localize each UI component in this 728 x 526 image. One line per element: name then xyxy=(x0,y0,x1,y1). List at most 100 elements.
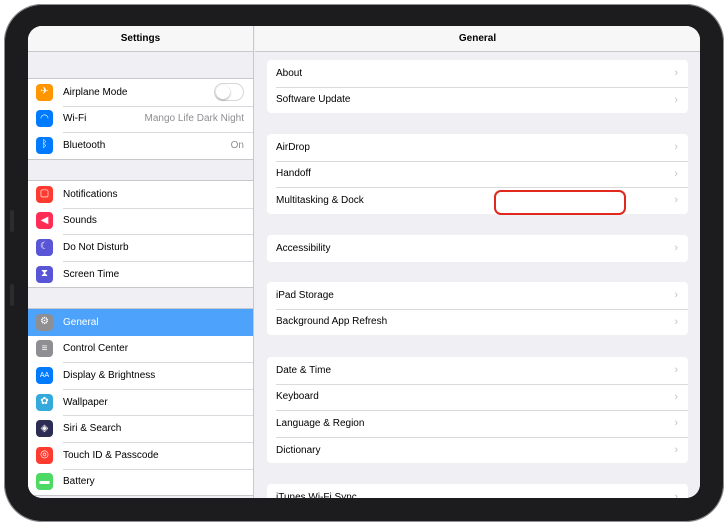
sidebar-item-sounds[interactable]: ◀ Sounds xyxy=(28,207,253,235)
siri-icon: ◈ xyxy=(36,420,53,438)
chevron-right-icon: › xyxy=(674,141,678,154)
chevron-right-icon: › xyxy=(674,417,678,430)
settings-section: Date & Time › Keyboard › Language & Region › D… xyxy=(267,357,688,464)
chevron-right-icon: › xyxy=(674,491,678,498)
detail-title: General xyxy=(255,26,700,52)
sidebar-item-label: Control Center xyxy=(63,343,129,355)
sidebar-item-label: Do Not Disturb xyxy=(63,241,129,253)
general-item-airdrop[interactable]: AirDrop › xyxy=(267,134,688,161)
wifi-icon: ◠ xyxy=(36,110,53,128)
moon-icon: ☾ xyxy=(36,238,53,256)
sidebar-item-touch-id-and-passcode[interactable]: ◎ Touch ID & Passcode xyxy=(28,441,253,469)
switches-icon: ≡ xyxy=(36,340,53,358)
general-item-date-and-time[interactable]: Date & Time › xyxy=(267,357,688,384)
sidebar-item-value: Mango Life Dark Night xyxy=(144,113,245,125)
general-item-keyboard[interactable]: Keyboard › xyxy=(267,383,688,411)
speaker-icon: ◀ xyxy=(36,212,53,230)
sidebar-item-label: Bluetooth xyxy=(63,139,106,151)
settings-section: iPad Storage › Background App Refresh › xyxy=(267,282,688,336)
sidebar-item-label: Notifications xyxy=(63,188,118,200)
sidebar-item-bluetooth[interactable]: ᛒ Bluetooth On xyxy=(28,132,253,159)
general-item-software-update[interactable]: Software Update › xyxy=(267,86,688,114)
general-item-label: Date & Time xyxy=(276,364,332,376)
camera-dot xyxy=(10,210,14,232)
general-item-label: iPad Storage xyxy=(276,289,334,301)
general-item-label: Dictionary xyxy=(276,444,321,456)
general-item-background-app-refresh[interactable]: Background App Refresh › xyxy=(267,308,688,336)
sidebar-item-label: General xyxy=(63,316,99,328)
sidebar-group-connectivity: ✈ Airplane Mode ◠ Wi-Fi Mango Life Dark Nigh… xyxy=(28,78,253,160)
settings-section: About › Software Update › xyxy=(267,60,688,114)
general-detail-pane: General About › Software Update › AirDrop › Ha… xyxy=(255,26,700,498)
general-item-label: Software Update xyxy=(276,94,351,106)
battery-icon: ▬ xyxy=(36,473,53,491)
general-item-label: AirDrop xyxy=(276,141,310,153)
sidebar-item-screen-time[interactable]: ⧗ Screen Time xyxy=(28,260,253,288)
sidebar-item-label: Wallpaper xyxy=(63,396,108,408)
sidebar-item-do-not-disturb[interactable]: ☾ Do Not Disturb xyxy=(28,234,253,261)
fingerprint-icon: ◎ xyxy=(36,446,53,464)
airplane-mode-toggle[interactable] xyxy=(214,83,244,102)
sidebar-group-general: ⚙ General ≡ Control Center AA Display & Brigh… xyxy=(28,308,253,497)
sidebar-item-label: Airplane Mode xyxy=(63,86,128,98)
chevron-right-icon: › xyxy=(674,67,678,80)
ipad-device: Settings ✈ Airplane Mode ◠ Wi-Fi Mango Life … xyxy=(0,0,728,526)
general-item-ipad-storage[interactable]: iPad Storage › xyxy=(267,282,688,309)
general-item-handoff[interactable]: Handoff › xyxy=(267,160,688,188)
sidebar-group-notifications: ▢ Notifications ◀ Sounds ☾ Do Not Disturb ⧗ Scr… xyxy=(28,180,253,289)
sidebar-item-label: Battery xyxy=(63,476,95,488)
chevron-right-icon: › xyxy=(674,444,678,457)
general-item-label: Background App Refresh xyxy=(276,316,388,328)
chevron-right-icon: › xyxy=(674,315,678,328)
sidebar-item-general[interactable]: ⚙ General xyxy=(28,309,253,336)
general-item-dictionary[interactable]: Dictionary › xyxy=(267,436,688,464)
general-item-label: Keyboard xyxy=(276,391,319,403)
sidebar-item-notifications[interactable]: ▢ Notifications xyxy=(28,181,253,208)
text-size-icon: AA xyxy=(36,366,53,384)
sidebar-item-value: On xyxy=(230,139,244,151)
chevron-right-icon: › xyxy=(674,93,678,106)
sidebar-item-control-center[interactable]: ≡ Control Center xyxy=(28,335,253,363)
sidebar-item-display-and-brightness[interactable]: AA Display & Brightness xyxy=(28,362,253,389)
sidebar-item-label: Wi-Fi xyxy=(63,113,87,125)
bluetooth-icon: ᛒ xyxy=(36,136,53,154)
general-item-accessibility[interactable]: Accessibility › xyxy=(267,235,688,262)
sidebar-item-wi-fi[interactable]: ◠ Wi-Fi Mango Life Dark Night xyxy=(28,105,253,133)
sidebar-item-wallpaper[interactable]: ✿ Wallpaper xyxy=(28,388,253,416)
chevron-right-icon: › xyxy=(674,242,678,255)
sidebar-item-siri-and-search[interactable]: ◈ Siri & Search xyxy=(28,415,253,442)
side-sensor xyxy=(10,284,14,306)
highlight-annotation xyxy=(494,190,626,215)
toggle-knob xyxy=(216,85,230,100)
general-item-label: Language & Region xyxy=(276,417,365,429)
sidebar-item-label: Touch ID & Passcode xyxy=(63,449,159,461)
general-item-language-and-region[interactable]: Language & Region › xyxy=(267,410,688,437)
settings-sidebar: Settings ✈ Airplane Mode ◠ Wi-Fi Mango Life … xyxy=(28,26,254,498)
general-item-about[interactable]: About › xyxy=(267,60,688,87)
sidebar-item-airplane-mode[interactable]: ✈ Airplane Mode xyxy=(28,79,253,106)
settings-section: Accessibility › xyxy=(267,235,688,262)
notifications-icon: ▢ xyxy=(36,185,53,203)
airplane-icon: ✈ xyxy=(36,83,53,101)
sidebar-item-label: Screen Time xyxy=(63,268,120,280)
sidebar-title: Settings xyxy=(28,26,253,52)
general-item-label: About xyxy=(276,67,303,79)
general-item-label: iTunes Wi-Fi Sync xyxy=(276,491,357,498)
chevron-right-icon: › xyxy=(674,364,678,377)
chevron-right-icon: › xyxy=(674,194,678,207)
general-item-itunes-wi-fi-sync[interactable]: iTunes Wi-Fi Sync › xyxy=(267,484,688,498)
sidebar-item-label: Sounds xyxy=(63,215,97,227)
sidebar-item-battery[interactable]: ▬ Battery xyxy=(28,468,253,496)
sidebar-item-label: Siri & Search xyxy=(63,423,122,435)
gear-icon: ⚙ xyxy=(36,313,53,331)
sidebar-item-label: Display & Brightness xyxy=(63,369,156,381)
general-item-label: Handoff xyxy=(276,168,311,180)
general-item-label: Accessibility xyxy=(276,242,331,254)
hourglass-icon: ⧗ xyxy=(36,265,53,283)
flower-icon: ✿ xyxy=(36,393,53,411)
settings-section: iTunes Wi-Fi Sync › xyxy=(267,484,688,498)
chevron-right-icon: › xyxy=(674,289,678,302)
chevron-right-icon: › xyxy=(674,390,678,403)
screen: Settings ✈ Airplane Mode ◠ Wi-Fi Mango Life … xyxy=(28,26,700,498)
chevron-right-icon: › xyxy=(674,167,678,180)
